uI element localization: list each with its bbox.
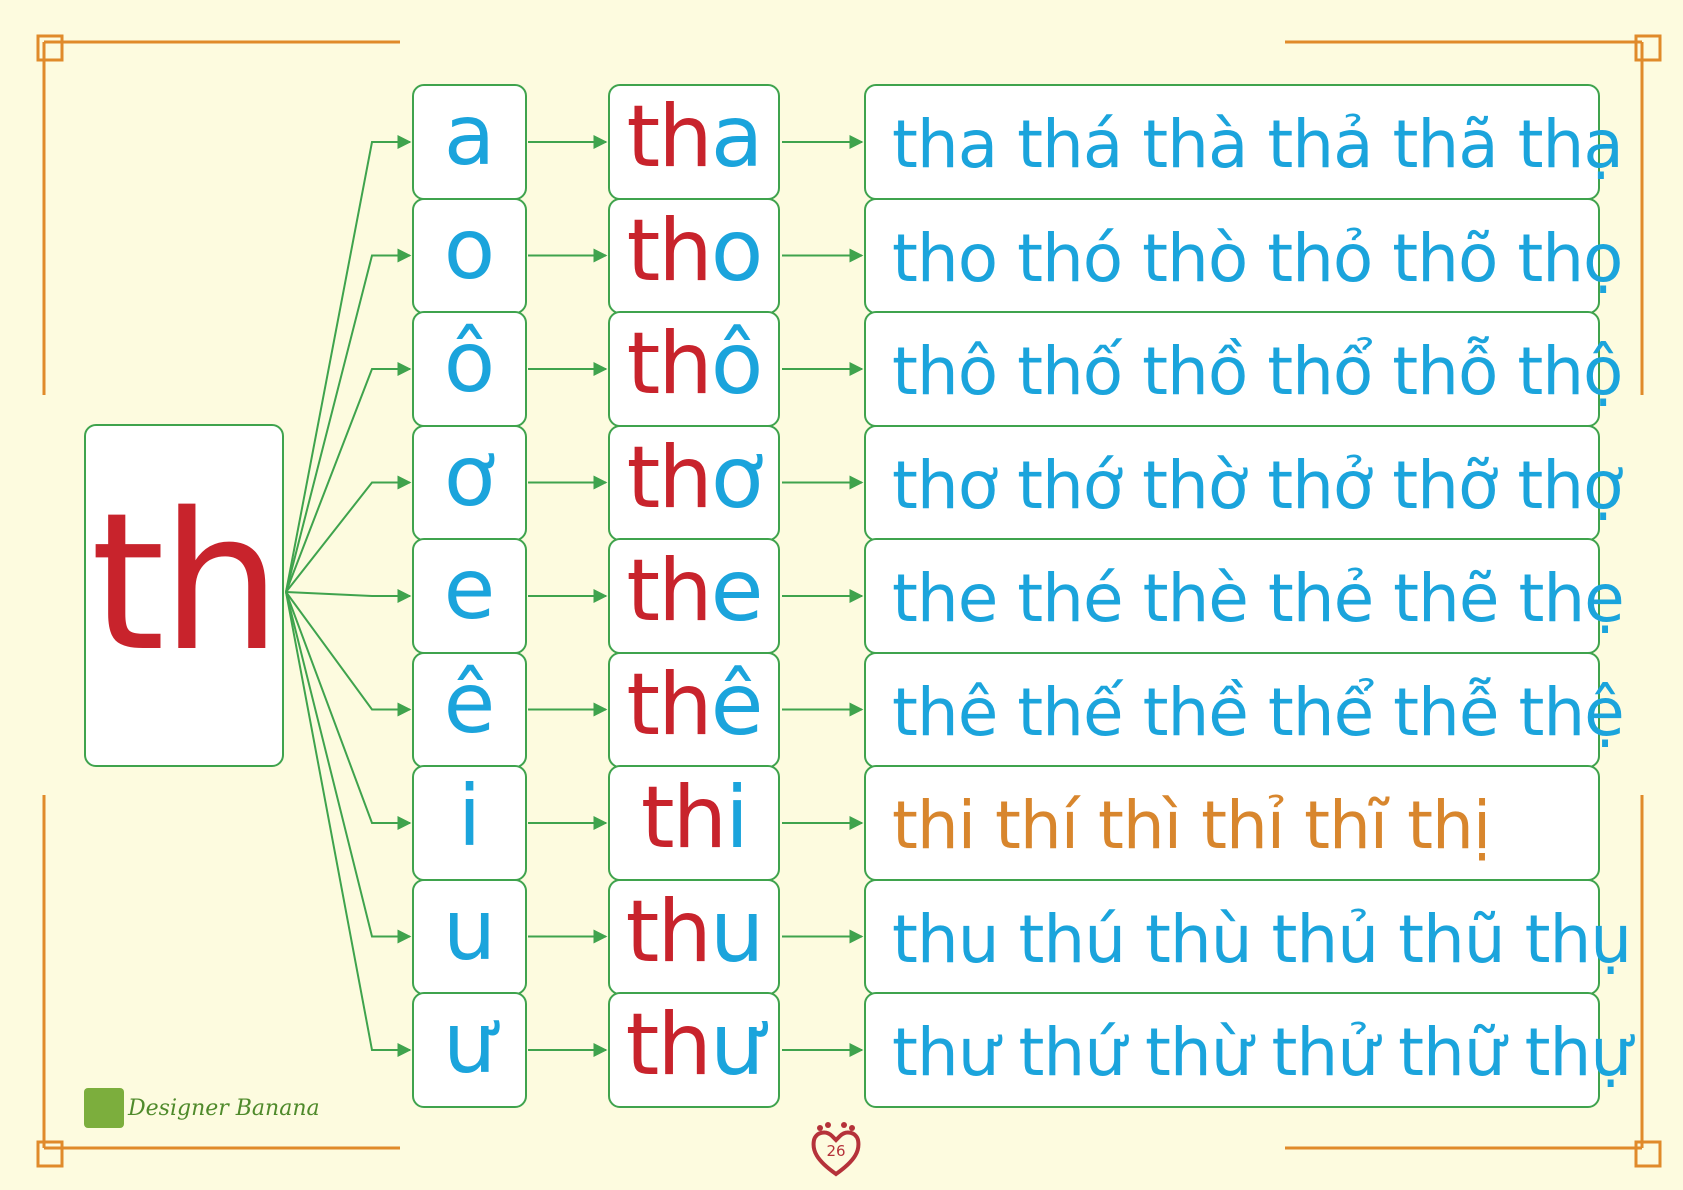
tone-variants-box: tha thá thà thả thã thạ: [864, 84, 1624, 200]
syllable-label: thô: [627, 321, 764, 407]
vowel-label: ê: [443, 653, 496, 752]
syllable-vowel: ư: [709, 995, 764, 1095]
syllable-box: thô: [608, 311, 780, 427]
frame-corner-ornament: [36, 1140, 64, 1168]
tone-variants: the thé thè thẻ thẽ thẹ: [892, 560, 1625, 637]
vowel-box: ư: [412, 992, 527, 1108]
vowel-box: u: [412, 878, 527, 995]
syllable-box: thi: [608, 765, 780, 881]
syllable-vowel: ô: [710, 314, 764, 414]
tone-variants-box: thê thế thề thể thễ thệ: [864, 651, 1625, 768]
tone-variants: tha thá thà thả thã thạ: [892, 106, 1624, 183]
vowel-label: ô: [443, 313, 496, 411]
syllable-label: tho: [627, 208, 764, 294]
tone-variants-box: the thé thè thẻ thẽ thẹ: [864, 538, 1625, 654]
syllable-consonant: th: [626, 427, 713, 528]
vowel-label: ư: [442, 994, 497, 1092]
vowel-label: u: [442, 880, 497, 979]
vowel-label: ơ: [443, 426, 496, 525]
syllable-vowel: i: [725, 768, 749, 868]
syllable-consonant: th: [625, 881, 712, 982]
syllable-box: thê: [608, 651, 780, 768]
branch-arrow: [285, 591, 412, 830]
tone-variants: tho thó thò thỏ thõ thọ: [892, 219, 1623, 297]
syllable-vowel: e: [710, 541, 764, 641]
syllable-consonant: th: [626, 200, 713, 301]
tone-variants-box: thu thú thù thủ thũ thụ: [864, 878, 1632, 995]
vowel-box: o: [412, 197, 527, 314]
syllable-consonant: th: [626, 87, 713, 187]
vowel-label: o: [443, 199, 496, 298]
branch-arrow: [285, 591, 412, 1057]
tone-variants: thi thí thì thỉ thĩ thị: [892, 787, 1491, 864]
vowel-label: a: [443, 86, 496, 184]
vowel-box: ơ: [412, 424, 527, 541]
tone-variants: thu thú thù thủ thũ thụ: [892, 900, 1632, 978]
vowel-label: e: [443, 540, 496, 638]
vowel-box: ê: [412, 651, 527, 768]
tone-variants: thô thố thồ thổ thỗ thộ: [892, 333, 1623, 410]
branch-arrow: [285, 135, 412, 593]
syllable-box: the: [608, 538, 780, 654]
syllable-label: thê: [626, 662, 763, 748]
branch-arrow: [285, 589, 412, 603]
syllable-consonant: th: [626, 541, 712, 641]
tone-variants: thơ thớ thờ thở thỡ thợ: [892, 446, 1623, 524]
syllable-box: tha: [608, 84, 780, 200]
vowel-box: e: [412, 538, 527, 654]
syllable-vowel: u: [709, 881, 764, 982]
tone-variants: thư thứ thừ thử thữ thự: [892, 1014, 1632, 1091]
designer-logo-text: Designer Banana: [128, 1095, 320, 1121]
vowel-box: ô: [412, 311, 527, 427]
tone-variants: thê thế thề thể thễ thệ: [892, 673, 1625, 751]
syllable-label: the: [626, 548, 763, 634]
tone-variants-box: thư thứ thừ thử thữ thự: [864, 992, 1632, 1108]
syllable-consonant: th: [626, 654, 712, 755]
syllable-vowel: a: [710, 87, 764, 187]
banana-logo-icon: [84, 1088, 124, 1128]
syllable-consonant: th: [626, 314, 713, 414]
page-number-badge: 26: [806, 1120, 866, 1180]
frame-corner-ornament: [36, 34, 64, 62]
syllable-label: thu: [626, 889, 765, 975]
frame-corner-ornament: [1634, 34, 1662, 62]
syllable-consonant: th: [625, 995, 712, 1095]
vowel-box: a: [412, 84, 527, 200]
syllable-vowel: ơ: [710, 427, 764, 528]
syllable-consonant: th: [640, 768, 727, 868]
consonant-label: th: [90, 471, 282, 693]
tone-variants-box: thơ thớ thờ thở thỡ thợ: [864, 424, 1623, 541]
frame-corner-ornament: [1634, 1140, 1662, 1168]
syllable-box: tho: [608, 197, 780, 314]
syllable-label: thư: [626, 1002, 765, 1088]
page-number: 26: [826, 1142, 846, 1160]
syllable-label: tha: [627, 94, 764, 180]
branch-arrow: [285, 362, 412, 593]
syllable-label: thơ: [627, 435, 764, 521]
syllable-label: thi: [641, 775, 749, 861]
consonant-box: th: [84, 424, 284, 767]
tone-variants-box: thô thố thồ thổ thỗ thộ: [864, 311, 1623, 427]
syllable-box: thư: [608, 992, 780, 1108]
syllable-vowel: ê: [710, 654, 764, 755]
tone-variants-box: thi thí thì thỉ thĩ thị: [864, 765, 1600, 881]
syllable-box: thu: [608, 878, 780, 995]
vowel-box: i: [412, 765, 527, 881]
designer-logo: Designer Banana: [84, 1088, 320, 1128]
syllable-box: thơ: [608, 424, 780, 541]
vowel-label: i: [457, 767, 482, 865]
syllable-vowel: o: [710, 200, 764, 301]
tone-variants-box: tho thó thò thỏ thõ thọ: [864, 197, 1623, 314]
